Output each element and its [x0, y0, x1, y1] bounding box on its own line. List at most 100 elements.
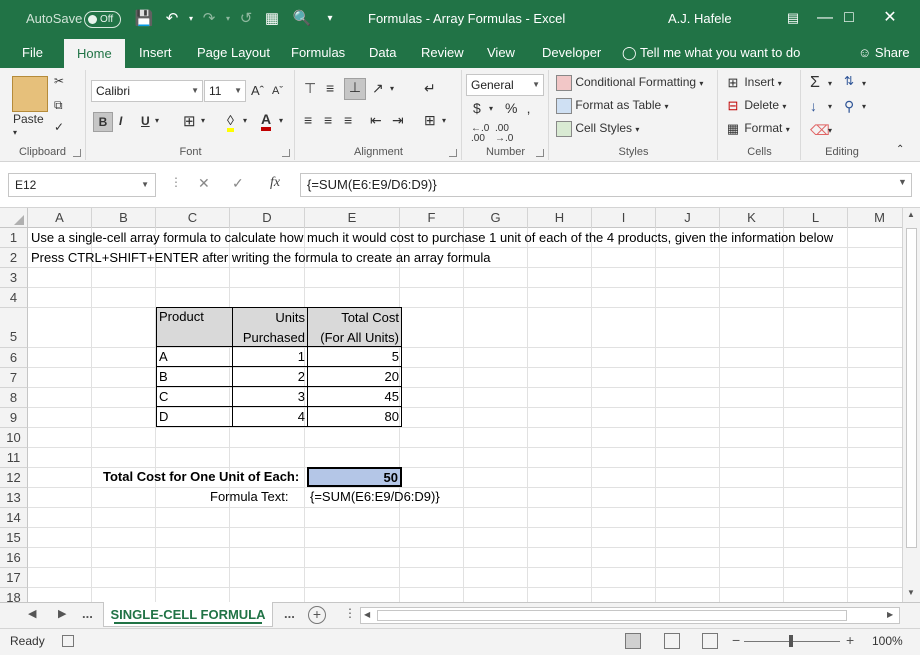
autosum-icon[interactable]: Σ — [810, 74, 820, 92]
row-header-2[interactable]: 2 — [0, 248, 28, 268]
conditional-formatting-button[interactable]: Conditional Formatting ▾ — [556, 75, 703, 91]
row-header-1[interactable]: 1 — [0, 228, 28, 248]
tab-developer[interactable]: Developer — [532, 38, 611, 68]
sheet-nav-next-icon[interactable]: ▶ — [58, 607, 66, 620]
row-header-6[interactable]: 6 — [0, 348, 28, 368]
italic-button[interactable]: I — [119, 114, 122, 128]
tab-view[interactable]: View — [477, 38, 525, 68]
bottom-align-icon[interactable]: ⊥ — [344, 78, 366, 100]
collapse-ribbon-icon[interactable]: ⌃ — [896, 144, 904, 155]
table-row-total[interactable]: 20 — [307, 367, 402, 387]
underline-dropdown-icon[interactable]: ▾ — [155, 116, 159, 125]
font-name-select[interactable]: Calibri ▼ — [91, 80, 203, 102]
horizontal-scroll-thumb[interactable] — [377, 610, 847, 621]
scroll-right-icon[interactable]: ▶ — [887, 610, 893, 619]
table-row-product[interactable]: C — [156, 387, 232, 407]
font-launcher-icon[interactable] — [282, 149, 290, 157]
zoom-slider-thumb[interactable] — [789, 635, 793, 647]
column-header-a[interactable]: A — [28, 208, 92, 228]
alignment-launcher-icon[interactable] — [449, 149, 457, 157]
ribbon-display-options-icon[interactable]: ▤ — [780, 6, 806, 30]
fill-color-icon[interactable]: ◊ — [227, 112, 234, 132]
row-header-7[interactable]: 7 — [0, 368, 28, 388]
formula-input[interactable]: {=SUM(E6:E9/D6:D9)} — [300, 173, 912, 197]
selected-cell-e12[interactable]: 50 — [307, 467, 402, 487]
autosave-toggle[interactable]: Off — [84, 11, 121, 28]
tab-page-layout[interactable]: Page Layout — [187, 38, 280, 68]
vertical-scrollbar[interactable]: ▲ ▼ — [902, 208, 920, 602]
cancel-icon[interactable]: ✕ — [198, 175, 210, 192]
format-cells-button[interactable]: ▦ Format ▾ — [725, 121, 790, 137]
row-header-5[interactable]: 5 — [0, 308, 28, 348]
column-header-d[interactable]: D — [230, 208, 305, 228]
tell-me-box[interactable]: ◯ Tell me what you want to do — [622, 38, 800, 68]
redo-dropdown-icon[interactable]: ▾ — [218, 9, 238, 29]
sheet-nav-prev-icon[interactable]: ◀ — [28, 607, 36, 620]
worksheet-grid[interactable]: ABCDEFGHIJKLM Use a single-cell array fo… — [0, 208, 902, 602]
table-row-product[interactable]: D — [156, 407, 232, 427]
add-sheet-icon[interactable]: + — [308, 606, 326, 624]
row-header-17[interactable]: 17 — [0, 568, 28, 588]
column-header-c[interactable]: C — [156, 208, 230, 228]
undo-dropdown-icon[interactable]: ▾ — [181, 9, 201, 29]
find-select-dropdown-icon[interactable]: ▾ — [862, 102, 866, 111]
row-header-8[interactable]: 8 — [0, 388, 28, 408]
find-select-icon[interactable]: ⚲ — [844, 98, 854, 115]
page-layout-view-icon[interactable] — [664, 633, 680, 649]
row-header-9[interactable]: 9 — [0, 408, 28, 428]
column-header-h[interactable]: H — [528, 208, 592, 228]
column-header-e[interactable]: E — [305, 208, 400, 228]
expand-formula-bar-icon[interactable]: ▼ — [898, 177, 907, 187]
insert-function-icon[interactable]: fx — [270, 175, 280, 191]
share-button[interactable]: ☺ Share — [858, 38, 910, 68]
column-header-f[interactable]: F — [400, 208, 464, 228]
close-icon[interactable]: ✕ — [877, 6, 903, 30]
sheet-tab-single-cell-formula[interactable]: SINGLE-CELL FORMULA — [103, 602, 273, 627]
font-color-icon[interactable]: A — [261, 111, 272, 131]
tab-home[interactable]: Home — [64, 39, 125, 68]
table-row-units[interactable]: 4 — [232, 407, 307, 427]
cell-a1[interactable]: Use a single-cell array formula to calcu… — [31, 228, 833, 248]
paste-icon[interactable] — [12, 76, 48, 112]
decrease-indent-icon[interactable]: ⇤ — [370, 112, 382, 129]
horizontal-scrollbar[interactable]: ◀ ▶ — [360, 607, 900, 624]
row-header-4[interactable]: 4 — [0, 288, 28, 308]
normal-view-icon[interactable] — [625, 633, 641, 649]
row-header-12[interactable]: 12 — [0, 468, 28, 488]
bold-button[interactable]: B — [93, 112, 113, 132]
fill-dropdown-icon[interactable]: ▾ — [828, 102, 832, 111]
borders-dropdown-icon[interactable]: ▾ — [201, 116, 205, 125]
column-header-k[interactable]: K — [720, 208, 784, 228]
scroll-down-icon[interactable]: ▼ — [907, 588, 915, 597]
table-row-units[interactable]: 2 — [232, 367, 307, 387]
cell-styles-button[interactable]: Cell Styles ▾ — [556, 121, 639, 137]
row-header-16[interactable]: 16 — [0, 548, 28, 568]
user-name[interactable]: A.J. Hafele — [668, 11, 732, 26]
cut-icon[interactable]: ✂ — [54, 74, 64, 88]
row-header-15[interactable]: 15 — [0, 528, 28, 548]
undo-icon[interactable]: ↶ — [162, 9, 182, 29]
sort-filter-dropdown-icon[interactable]: ▾ — [862, 79, 866, 88]
column-header-b[interactable]: B — [92, 208, 156, 228]
macro-record-icon[interactable] — [62, 635, 74, 647]
customize-toolbar-icon[interactable]: ▾ — [320, 9, 340, 29]
save-icon[interactable]: 💾 — [134, 9, 154, 29]
header-total-cost[interactable]: Total Cost (For All Units) — [307, 307, 402, 347]
number-format-select[interactable]: General ▼ — [466, 74, 544, 96]
comma-style-icon[interactable]: ‚ — [527, 100, 530, 116]
zoom-out-icon[interactable]: − — [732, 632, 740, 648]
sheet-ellipsis-right[interactable]: ... — [284, 606, 295, 621]
column-header-i[interactable]: I — [592, 208, 656, 228]
wrap-text-icon[interactable]: ↵ — [424, 80, 436, 97]
merge-center-icon[interactable]: ⊞ — [424, 112, 436, 129]
top-align-icon[interactable]: ⊤ — [304, 80, 316, 97]
row-header-18[interactable]: 18 — [0, 588, 28, 602]
orientation-icon[interactable]: ↗ — [372, 80, 384, 97]
fill-color-dropdown-icon[interactable]: ▾ — [243, 116, 247, 125]
orientation-dropdown-icon[interactable]: ▾ — [390, 84, 394, 93]
tab-review[interactable]: Review — [411, 38, 474, 68]
insert-cells-button[interactable]: ⊞ Insert ▾ — [725, 75, 782, 91]
table-row-total[interactable]: 5 — [307, 347, 402, 367]
total-cost-label[interactable]: Total Cost for One Unit of Each: — [103, 467, 299, 487]
tab-insert[interactable]: Insert — [129, 38, 182, 68]
